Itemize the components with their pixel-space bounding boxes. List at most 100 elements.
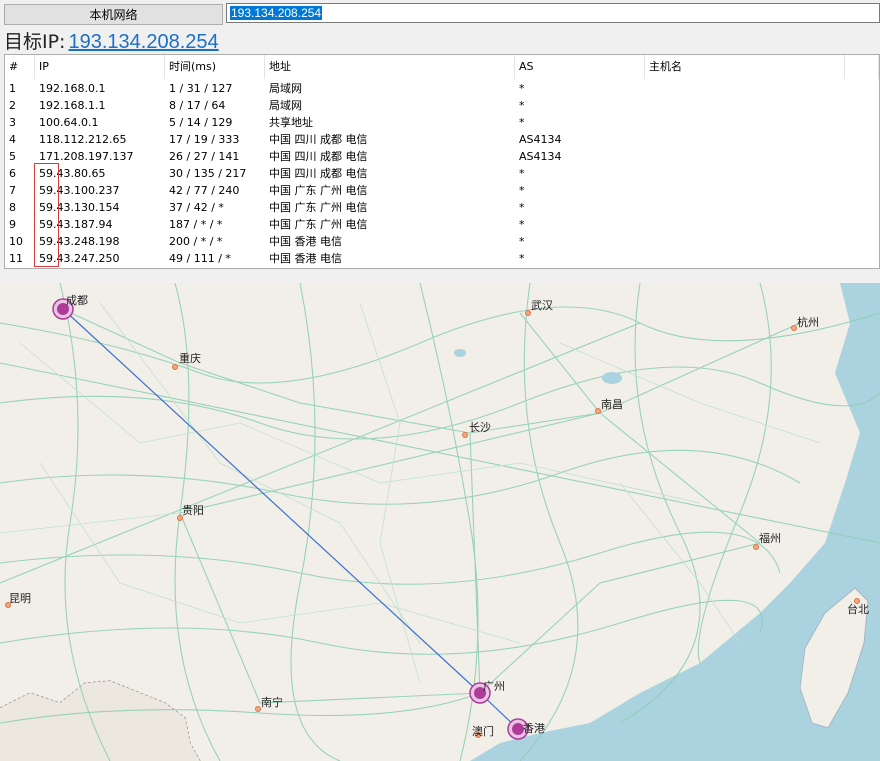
hop-time: 30 / 135 / 217 <box>169 167 247 180</box>
hop-ip: 118.112.212.65 <box>39 133 127 146</box>
hop-as: * <box>519 99 525 112</box>
hop-time: 26 / 27 / 141 <box>169 150 240 163</box>
hop-address: 中国 广东 广州 电信 <box>269 201 368 214</box>
city-dot <box>255 706 261 712</box>
hop-address: 中国 广东 广州 电信 <box>269 184 368 197</box>
table-row[interactable]: 3 100.64.0.1 5 / 14 / 129 共享地址 * <box>5 114 879 131</box>
column-header-time[interactable]: 时间(ms) <box>165 55 265 79</box>
table-row[interactable]: 1 192.168.0.1 1 / 31 / 127 局域网 * <box>5 80 879 97</box>
hop-address: 中国 广东 广州 电信 <box>269 218 368 231</box>
hop-as: * <box>519 252 525 265</box>
table-row[interactable]: 6 59.43.80.65 30 / 135 / 217 中国 四川 成都 电信 * <box>5 165 879 182</box>
hop-ip: 100.64.0.1 <box>39 116 99 129</box>
hop-as: * <box>519 116 525 129</box>
ip-prefix-highlight-box <box>34 163 59 267</box>
hop-number: 5 <box>9 150 16 163</box>
hop-as: AS4134 <box>519 133 562 146</box>
target-ip-link[interactable]: 193.134.208.254 <box>68 31 218 54</box>
target-ip-selected-text: 193.134.208.254 <box>230 6 323 20</box>
hop-address: 中国 香港 电信 <box>269 235 342 248</box>
hop-as: AS4134 <box>519 150 562 163</box>
table-row[interactable]: 8 59.43.130.154 37 / 42 / * 中国 广东 广州 电信 * <box>5 199 879 216</box>
neighbor-land <box>0 681 200 761</box>
city-dot <box>595 408 601 414</box>
table-body: 1 192.168.0.1 1 / 31 / 127 局域网 * 2 192.168.1.… <box>5 80 879 267</box>
city-dot <box>462 432 468 438</box>
column-header-as[interactable]: AS <box>515 55 645 79</box>
city-label-taibei: 台北 <box>847 603 869 616</box>
hop-ip: 192.168.1.1 <box>39 99 106 112</box>
minor-road-network <box>0 302 821 684</box>
city-label-fuzhou: 福州 <box>759 532 781 545</box>
map-canvas[interactable] <box>0 283 880 761</box>
column-header-hostname[interactable]: 主机名 <box>645 55 845 79</box>
hop-number: 1 <box>9 82 16 95</box>
column-header-ip[interactable]: IP <box>35 55 165 79</box>
hop-address: 局域网 <box>269 82 302 95</box>
hop-number: 6 <box>9 167 16 180</box>
table-header: # IP 时间(ms) 地址 AS 主机名 <box>5 55 879 79</box>
city-label-xianggang: 香港 <box>523 722 545 735</box>
table-row[interactable]: 2 192.168.1.1 8 / 17 / 64 局域网 * <box>5 97 879 114</box>
hop-time: 5 / 14 / 129 <box>169 116 233 129</box>
city-label-chengdu: 成都 <box>66 294 88 307</box>
city-dot <box>791 325 797 331</box>
city-dot <box>172 364 178 370</box>
city-dot <box>753 544 759 550</box>
target-ip-input[interactable]: 193.134.208.254 <box>226 3 880 23</box>
hop-address: 中国 四川 成都 电信 <box>269 133 368 146</box>
hop-time: 1 / 31 / 127 <box>169 82 233 95</box>
local-network-button[interactable]: 本机网络 <box>4 4 223 25</box>
column-header-address[interactable]: 地址 <box>265 55 515 79</box>
hop-time: 49 / 111 / * <box>169 252 231 265</box>
hop-address: 共享地址 <box>269 116 313 129</box>
hop-number: 8 <box>9 201 16 214</box>
hop-as: * <box>519 167 525 180</box>
hop-as: * <box>519 184 525 197</box>
city-label-wuhan: 武汉 <box>531 299 553 312</box>
hop-address: 中国 四川 成都 电信 <box>269 150 368 163</box>
city-label-chongqing: 重庆 <box>179 352 201 365</box>
city-label-aomen: 澳门 <box>472 725 494 738</box>
hop-as: * <box>519 82 525 95</box>
lake <box>454 349 466 357</box>
hop-address: 局域网 <box>269 99 302 112</box>
hop-as: * <box>519 235 525 248</box>
route-line <box>62 308 481 694</box>
hop-time: 37 / 42 / * <box>169 201 224 214</box>
city-label-hangzhou: 杭州 <box>797 316 819 329</box>
column-header-spacer <box>845 55 879 79</box>
hop-number: 7 <box>9 184 16 197</box>
hop-number: 2 <box>9 99 16 112</box>
lake <box>602 372 622 384</box>
city-label-nanchang: 南昌 <box>601 398 623 411</box>
hop-number: 4 <box>9 133 16 146</box>
hop-number: 11 <box>9 252 23 265</box>
city-label-guiyang: 贵阳 <box>182 504 204 517</box>
table-row[interactable]: 11 59.43.247.250 49 / 111 / * 中国 香港 电信 * <box>5 250 879 267</box>
hop-table: # IP 时间(ms) 地址 AS 主机名 1 192.168.0.1 1 / 31… <box>4 54 880 269</box>
city-label-changsha: 长沙 <box>469 421 491 434</box>
city-dot <box>525 310 531 316</box>
hop-ip: 192.168.0.1 <box>39 82 106 95</box>
hop-number: 3 <box>9 116 16 129</box>
hop-number: 9 <box>9 218 16 231</box>
hop-address: 中国 香港 电信 <box>269 252 342 265</box>
table-row[interactable]: 9 59.43.187.94 187 / * / * 中国 广东 广州 电信 * <box>5 216 879 233</box>
hop-time: 8 / 17 / 64 <box>169 99 226 112</box>
table-row[interactable]: 5 171.208.197.137 26 / 27 / 141 中国 四川 成都 电信… <box>5 148 879 165</box>
column-header-index[interactable]: # <box>5 55 35 79</box>
hop-time: 17 / 19 / 333 <box>169 133 240 146</box>
table-row[interactable]: 4 118.112.212.65 17 / 19 / 333 中国 四川 成都 电信 A… <box>5 131 879 148</box>
table-row[interactable]: 7 59.43.100.237 42 / 77 / 240 中国 广东 广州 电信 * <box>5 182 879 199</box>
target-ip-row: 目标IP: 193.134.208.254 <box>4 27 219 53</box>
route-map[interactable]: 成都 重庆 武汉 杭州 南昌 长沙 贵阳 福州 昆明 台北 南宁 广州 澳门 香… <box>0 283 880 761</box>
city-label-kunming: 昆明 <box>9 592 31 605</box>
hop-time: 200 / * / * <box>169 235 223 248</box>
hop-time: 42 / 77 / 240 <box>169 184 240 197</box>
hop-time: 187 / * / * <box>169 218 223 231</box>
toolbar: 本机网络 193.134.208.254 <box>0 0 880 26</box>
city-label-guangzhou: 广州 <box>483 680 505 693</box>
hop-as: * <box>519 218 525 231</box>
table-row[interactable]: 10 59.43.248.198 200 / * / * 中国 香港 电信 * <box>5 233 879 250</box>
